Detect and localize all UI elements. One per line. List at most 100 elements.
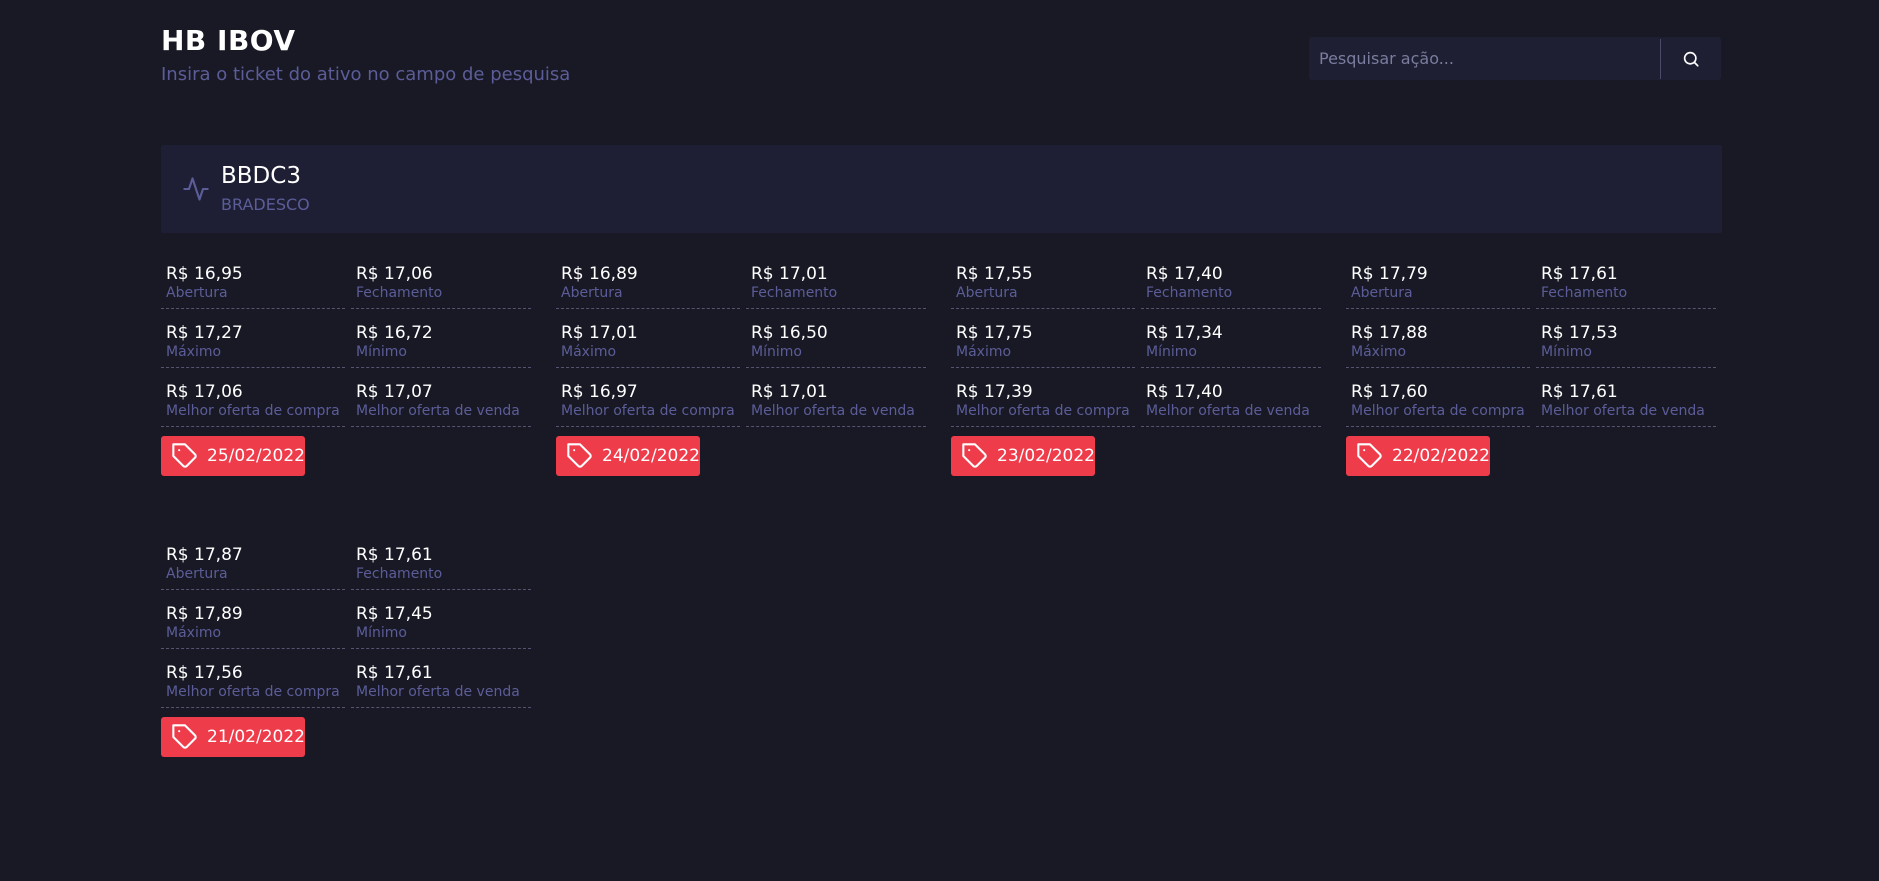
best-sell-offer-value: R$ 17,61 [356, 663, 433, 683]
search-icon [1683, 51, 1699, 67]
high-price: R$ 17,01 Máximo [556, 309, 740, 368]
best-sell-offer-label: Melhor oferta de venda [751, 403, 915, 419]
high-price: R$ 17,89 Máximo [161, 590, 345, 649]
high-price: R$ 17,75 Máximo [951, 309, 1135, 368]
low-price-value: R$ 16,72 [356, 323, 433, 343]
best-buy-offer: R$ 17,06 Melhor oferta de compra [161, 368, 345, 427]
best-sell-offer-value: R$ 17,07 [356, 382, 433, 402]
header: HB IBOV Insira o ticket do ativo no camp… [161, 0, 1721, 120]
open-price: R$ 17,79 Abertura [1346, 250, 1530, 309]
day-quote-block: R$ 17,79 Abertura R$ 17,61 Fechamento R$ 17,… [1346, 250, 1722, 476]
date-text: 23/02/2022 [997, 446, 1095, 466]
date-text: 25/02/2022 [207, 446, 305, 466]
tag-icon [172, 724, 197, 749]
best-sell-offer-value: R$ 17,40 [1146, 382, 1223, 402]
close-price: R$ 17,01 Fechamento [746, 250, 926, 309]
day-quote-block: R$ 17,55 Abertura R$ 17,40 Fechamento R$ 17,… [951, 250, 1327, 476]
low-price-value: R$ 17,34 [1146, 323, 1223, 343]
quote-row: R$ 17,01 Máximo R$ 16,50 Mínimo [556, 309, 932, 368]
tag-icon [1357, 443, 1382, 468]
quote-row: R$ 16,95 Abertura R$ 17,06 Fechamento [161, 250, 537, 309]
low-price-label: Mínimo [1146, 344, 1197, 360]
close-price: R$ 17,61 Fechamento [351, 531, 531, 590]
low-price-label: Mínimo [356, 344, 407, 360]
asset-card: BBDC3 BRADESCO [161, 145, 1722, 233]
high-price-value: R$ 17,75 [956, 323, 1033, 343]
quote-row: R$ 17,60 Melhor oferta de compra R$ 17,61 M… [1346, 368, 1722, 427]
search-button[interactable] [1661, 37, 1721, 80]
open-price-value: R$ 17,55 [956, 264, 1033, 284]
tag-icon [567, 443, 592, 468]
close-price-value: R$ 17,61 [1541, 264, 1618, 284]
date-text: 21/02/2022 [207, 727, 305, 747]
asset-name: BRADESCO [221, 195, 310, 214]
low-price-value: R$ 17,45 [356, 604, 433, 624]
best-buy-offer-value: R$ 17,39 [956, 382, 1033, 402]
date-badge[interactable]: 22/02/2022 [1346, 436, 1490, 476]
date-text: 22/02/2022 [1392, 446, 1490, 466]
quote-row: R$ 17,55 Abertura R$ 17,40 Fechamento [951, 250, 1327, 309]
open-price-label: Abertura [1351, 285, 1413, 301]
best-buy-offer-label: Melhor oferta de compra [1351, 403, 1525, 419]
close-price-value: R$ 17,61 [356, 545, 433, 565]
open-price: R$ 17,55 Abertura [951, 250, 1135, 309]
close-price-label: Fechamento [356, 566, 443, 582]
quote-row: R$ 17,89 Máximo R$ 17,45 Mínimo [161, 590, 537, 649]
low-price: R$ 16,72 Mínimo [351, 309, 531, 368]
close-price-value: R$ 17,06 [356, 264, 433, 284]
high-price-label: Máximo [166, 344, 222, 360]
search-input[interactable] [1309, 37, 1660, 80]
low-price: R$ 17,53 Mínimo [1536, 309, 1716, 368]
best-buy-offer: R$ 17,56 Melhor oferta de compra [161, 649, 345, 708]
best-buy-offer-value: R$ 16,97 [561, 382, 638, 402]
high-price-label: Máximo [561, 344, 617, 360]
date-badge[interactable]: 21/02/2022 [161, 717, 305, 757]
best-buy-offer-label: Melhor oferta de compra [561, 403, 735, 419]
search-box [1309, 37, 1721, 80]
low-price: R$ 17,34 Mínimo [1141, 309, 1321, 368]
date-badge[interactable]: 25/02/2022 [161, 436, 305, 476]
best-sell-offer-value: R$ 17,01 [751, 382, 828, 402]
best-sell-offer: R$ 17,61 Melhor oferta de venda [351, 649, 531, 708]
best-sell-offer: R$ 17,40 Melhor oferta de venda [1141, 368, 1321, 427]
best-buy-offer-label: Melhor oferta de compra [166, 684, 340, 700]
tag-icon [172, 443, 197, 468]
high-price-value: R$ 17,01 [561, 323, 638, 343]
tag-icon [962, 443, 987, 468]
best-buy-offer: R$ 17,39 Melhor oferta de compra [951, 368, 1135, 427]
page-container: HB IBOV Insira o ticket do ativo no camp… [161, 0, 1722, 757]
open-price-label: Abertura [956, 285, 1018, 301]
best-buy-offer: R$ 17,60 Melhor oferta de compra [1346, 368, 1530, 427]
open-price: R$ 16,89 Abertura [556, 250, 740, 309]
best-buy-offer-label: Melhor oferta de compra [166, 403, 340, 419]
open-price-value: R$ 17,79 [1351, 264, 1428, 284]
quote-row: R$ 17,56 Melhor oferta de compra R$ 17,61 M… [161, 649, 537, 708]
best-sell-offer-label: Melhor oferta de venda [1146, 403, 1310, 419]
high-price-label: Máximo [166, 625, 222, 641]
page-title: HB IBOV [161, 24, 296, 57]
day-quote-block: R$ 16,95 Abertura R$ 17,06 Fechamento R$ 17,… [161, 250, 537, 476]
low-price-value: R$ 16,50 [751, 323, 828, 343]
quote-row: R$ 17,87 Abertura R$ 17,61 Fechamento [161, 531, 537, 590]
best-sell-offer: R$ 17,07 Melhor oferta de venda [351, 368, 531, 427]
close-price-label: Fechamento [751, 285, 838, 301]
date-badge[interactable]: 24/02/2022 [556, 436, 700, 476]
open-price-label: Abertura [561, 285, 623, 301]
low-price-label: Mínimo [1541, 344, 1592, 360]
best-sell-offer-label: Melhor oferta de venda [356, 403, 520, 419]
quote-row: R$ 16,97 Melhor oferta de compra R$ 17,01 M… [556, 368, 932, 427]
date-badge[interactable]: 23/02/2022 [951, 436, 1095, 476]
high-price: R$ 17,88 Máximo [1346, 309, 1530, 368]
low-price-label: Mínimo [751, 344, 802, 360]
high-price: R$ 17,27 Máximo [161, 309, 345, 368]
best-sell-offer: R$ 17,01 Melhor oferta de venda [746, 368, 926, 427]
date-text: 24/02/2022 [602, 446, 700, 466]
open-price-value: R$ 16,89 [561, 264, 638, 284]
close-price-label: Fechamento [1541, 285, 1628, 301]
close-price: R$ 17,61 Fechamento [1536, 250, 1716, 309]
close-price: R$ 17,40 Fechamento [1141, 250, 1321, 309]
open-price: R$ 17,87 Abertura [161, 531, 345, 590]
page-subtitle: Insira o ticket do ativo no campo de pes… [161, 64, 571, 85]
asset-ticker: BBDC3 [221, 163, 301, 189]
open-price: R$ 16,95 Abertura [161, 250, 345, 309]
